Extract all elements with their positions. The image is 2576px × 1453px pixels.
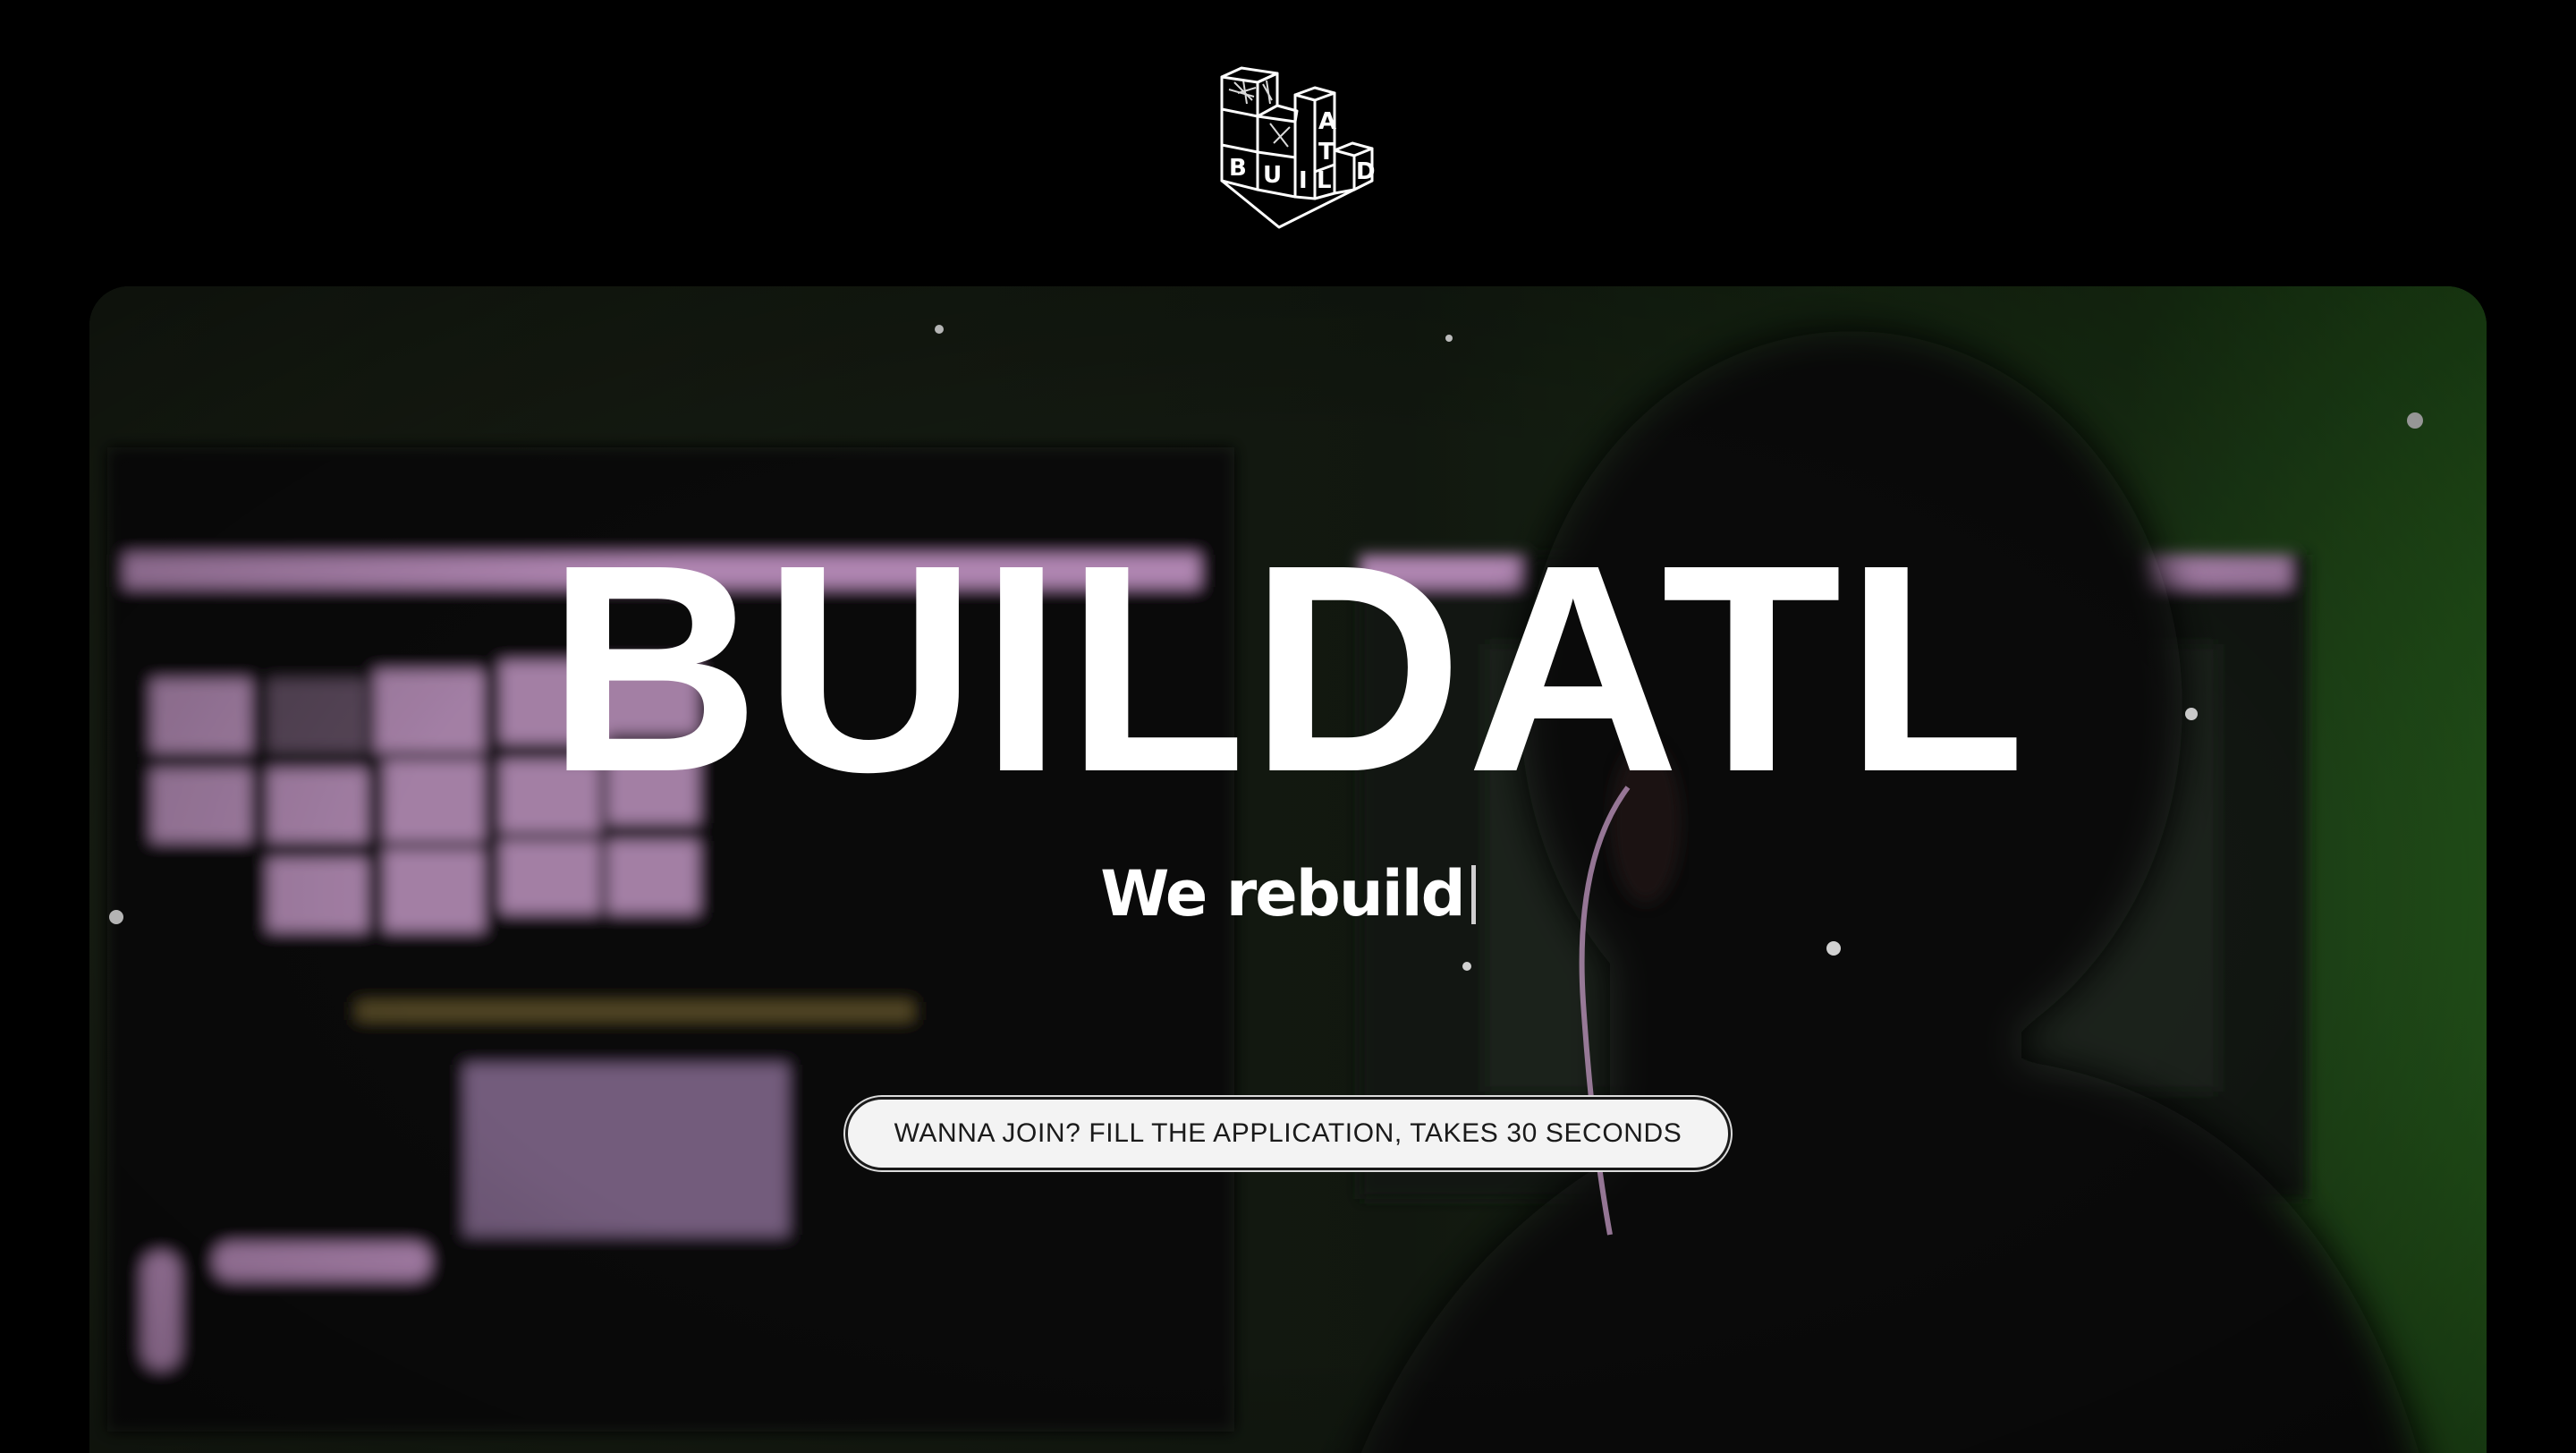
svg-text:D: D bbox=[1356, 158, 1376, 185]
hero-section: BUILDATL We rebuild WANNA JOIN? FILL THE… bbox=[89, 286, 2487, 1453]
join-application-button[interactable]: WANNA JOIN? FILL THE APPLICATION, TAKES … bbox=[845, 1097, 1731, 1170]
svg-text:I: I bbox=[1299, 167, 1308, 194]
svg-text:U: U bbox=[1263, 162, 1282, 189]
svg-text:B: B bbox=[1229, 155, 1247, 182]
hero-title: BUILDATL bbox=[547, 503, 2029, 833]
buildatl-logo-icon[interactable]: B U I L D A T bbox=[1216, 64, 1376, 231]
typewriter-text: We rebuild bbox=[1100, 857, 1466, 930]
svg-text:L: L bbox=[1317, 167, 1332, 194]
svg-text:T: T bbox=[1318, 139, 1335, 166]
hero-subtitle: We rebuild bbox=[89, 862, 2487, 925]
typing-cursor bbox=[1470, 865, 1476, 924]
logo-blocks-graphic: B U I L D A T bbox=[1220, 66, 1376, 229]
site-header: B U I L D A T bbox=[0, 0, 2576, 286]
svg-text:A: A bbox=[1318, 108, 1336, 135]
page: B U I L D A T BUILDATL We rebuild WANNA … bbox=[0, 0, 2576, 1453]
